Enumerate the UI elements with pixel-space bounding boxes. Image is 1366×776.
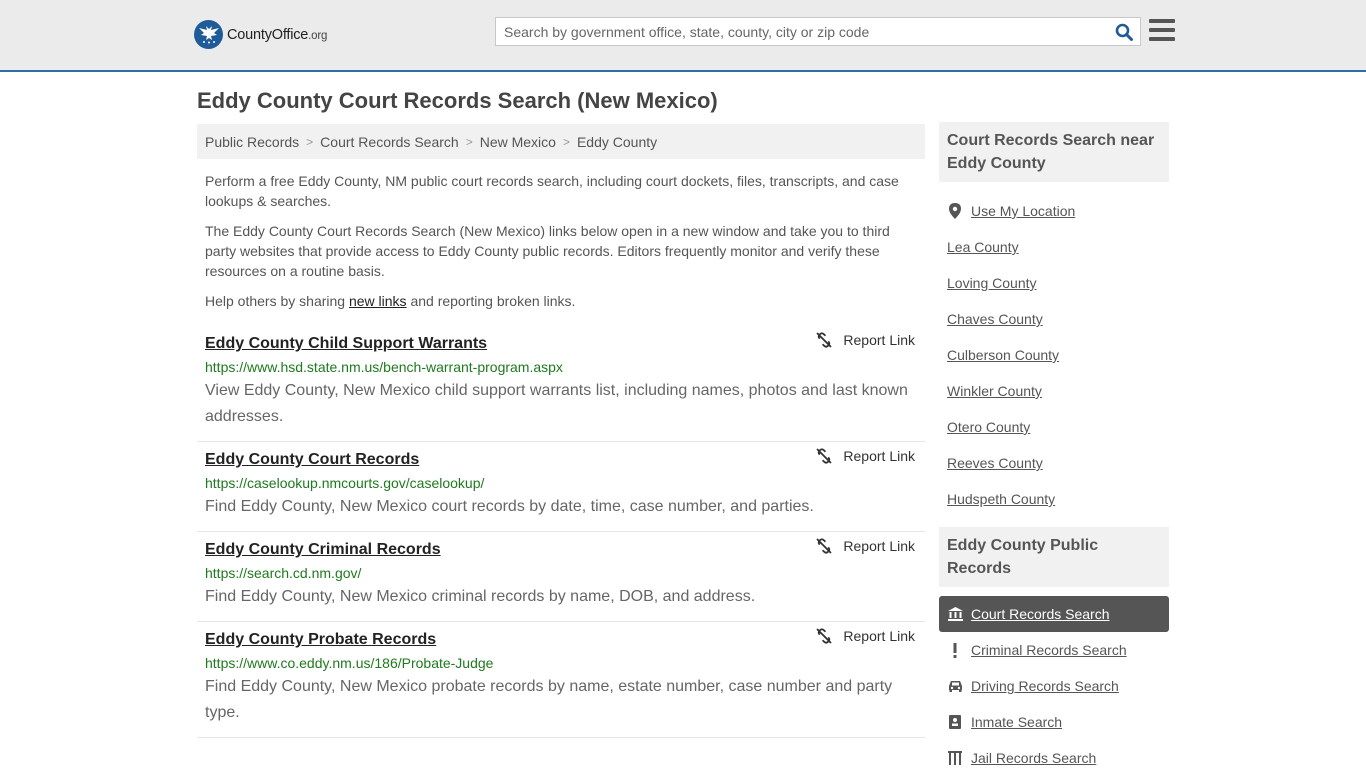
result-description: Find Eddy County, New Mexico court recor…	[205, 498, 814, 515]
sidebar-item-driving-records-search[interactable]: Driving Records Search	[939, 668, 1169, 704]
exclamation-icon	[947, 642, 963, 658]
breadcrumb-separator-icon: >	[306, 134, 314, 149]
broken-link-icon	[816, 332, 833, 348]
search-icon	[1115, 23, 1133, 41]
sidebar-item-winkler-county[interactable]: Winkler County	[939, 373, 1169, 409]
sidebar-item-otero-county[interactable]: Otero County	[939, 409, 1169, 445]
sidebar-item-use-my-location[interactable]: Use My Location	[939, 193, 1169, 229]
car-icon	[947, 680, 963, 692]
result-title-link[interactable]: Eddy County Probate Records	[205, 629, 436, 651]
result-description: Find Eddy County, New Mexico criminal re…	[205, 588, 756, 605]
result-item: Eddy County Court Records Report Link ht…	[197, 442, 925, 532]
sidebar-item-reeves-county[interactable]: Reeves County	[939, 445, 1169, 481]
map-pin-icon	[947, 203, 963, 219]
sidebar-item-loving-county[interactable]: Loving County	[939, 265, 1169, 301]
breadcrumb-separator-icon: >	[562, 134, 570, 149]
broken-link-icon	[816, 448, 833, 464]
search-bar	[495, 17, 1141, 46]
result-item: Eddy County Child Support Warrants Repor…	[197, 326, 925, 442]
public-records-heading: Eddy County Public Records	[939, 527, 1169, 587]
logo-text: CountyOffice.org	[227, 26, 328, 43]
breadcrumb-eddy-county[interactable]: Eddy County	[577, 134, 657, 150]
result-title-link[interactable]: Eddy County Child Support Warrants	[205, 333, 487, 355]
sidebar-item-court-records-search[interactable]: Court Records Search	[939, 596, 1169, 632]
intro-paragraph-3: Help others by sharing new links and rep…	[205, 293, 576, 309]
result-url: https://www.co.eddy.nm.us/186/Probate-Ju…	[205, 655, 494, 671]
sidebar-item-criminal-records-search[interactable]: Criminal Records Search	[939, 632, 1169, 668]
broken-link-icon	[816, 538, 833, 554]
logo-eagle-icon	[194, 20, 223, 49]
sidebar-item-inmate-search[interactable]: Inmate Search	[939, 704, 1169, 740]
intro-paragraph-2: The Eddy County Court Records Search (Ne…	[205, 223, 890, 279]
search-button[interactable]	[1108, 18, 1140, 45]
report-link-button[interactable]: Report Link	[816, 332, 915, 348]
sidebar-item-chaves-county[interactable]: Chaves County	[939, 301, 1169, 337]
result-title-link[interactable]: Eddy County Criminal Records	[205, 539, 441, 561]
page-title: Eddy County Court Records Search (New Me…	[197, 88, 718, 113]
result-title-link[interactable]: Eddy County Court Records	[205, 449, 419, 471]
results-list: Eddy County Child Support Warrants Repor…	[197, 326, 925, 738]
broken-link-icon	[816, 628, 833, 644]
site-logo[interactable]: CountyOffice.org	[194, 20, 327, 49]
sidebar-item-hudspeth-county[interactable]: Hudspeth County	[939, 481, 1169, 517]
nearby-heading: Court Records Search near Eddy County	[939, 122, 1169, 182]
result-item: Eddy County Probate Records Report Link …	[197, 622, 925, 738]
site-header: CountyOffice.org	[0, 0, 1366, 72]
sidebar-item-lea-county[interactable]: Lea County	[939, 229, 1169, 265]
jail-icon	[947, 751, 963, 765]
sidebar-item-jail-records-search[interactable]: Jail Records Search	[939, 740, 1169, 776]
nearby-list: Use My Location Lea County Loving County…	[939, 182, 1169, 527]
sidebar: Court Records Search near Eddy County Us…	[939, 122, 1169, 776]
search-input[interactable]	[496, 18, 1108, 45]
breadcrumb-separator-icon: >	[465, 134, 473, 149]
courthouse-icon	[947, 607, 963, 621]
breadcrumb: Public Records > Court Records Search > …	[197, 124, 925, 159]
breadcrumb-new-mexico[interactable]: New Mexico	[480, 134, 556, 150]
sidebar-item-culberson-county[interactable]: Culberson County	[939, 337, 1169, 373]
hamburger-menu-icon[interactable]	[1149, 19, 1175, 43]
report-link-button[interactable]: Report Link	[816, 538, 915, 554]
breadcrumb-court-records-search[interactable]: Court Records Search	[320, 134, 459, 150]
result-item: Eddy County Criminal Records Report Link…	[197, 532, 925, 622]
result-description: Find Eddy County, New Mexico probate rec…	[205, 678, 893, 721]
report-link-button[interactable]: Report Link	[816, 448, 915, 464]
intro-text: Perform a free Eddy County, NM public co…	[205, 171, 915, 321]
report-link-button[interactable]: Report Link	[816, 628, 915, 644]
result-url: https://search.cd.nm.gov/	[205, 565, 362, 581]
result-url: https://www.hsd.state.nm.us/bench-warran…	[205, 359, 563, 375]
new-links-link[interactable]: new links	[349, 293, 407, 309]
intro-paragraph-1: Perform a free Eddy County, NM public co…	[205, 173, 899, 209]
public-records-list: Court Records Search Criminal Records Se…	[939, 587, 1169, 776]
id-badge-icon	[947, 715, 963, 729]
breadcrumb-public-records[interactable]: Public Records	[205, 134, 299, 150]
result-description: View Eddy County, New Mexico child suppo…	[205, 382, 908, 425]
result-url: https://caselookup.nmcourts.gov/caselook…	[205, 475, 485, 491]
